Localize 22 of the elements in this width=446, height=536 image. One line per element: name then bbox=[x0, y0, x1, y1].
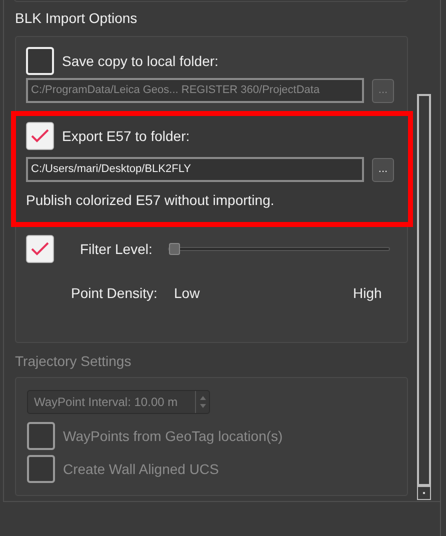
scroll-down-button[interactable] bbox=[417, 486, 431, 500]
checkbox-label: Create Wall Aligned UCS bbox=[63, 460, 219, 479]
checkbox[interactable] bbox=[26, 235, 54, 263]
browse-button[interactable]: ... bbox=[372, 158, 394, 182]
browse-button[interactable]: ... bbox=[372, 78, 394, 102]
slider-label: Filter Level: bbox=[80, 240, 154, 258]
up-down-arrows-icon bbox=[198, 394, 206, 410]
checkbox-label: WayPoints from GeoTag location(s) bbox=[63, 426, 283, 446]
field-label: Point Density: bbox=[71, 284, 158, 303]
section-title: Trajectory Settings bbox=[15, 352, 132, 371]
checkbox[interactable] bbox=[26, 122, 54, 150]
description-text: Publish colorized E57 without importing. bbox=[26, 191, 276, 210]
checkbox-label: Export E57 to folder: bbox=[62, 126, 190, 146]
scale-max-label: High bbox=[353, 284, 382, 303]
checkmark-icon bbox=[30, 241, 50, 257]
checkbox-label: Save copy to local folder: bbox=[62, 52, 218, 71]
slider-thumb[interactable] bbox=[169, 243, 180, 255]
path-field[interactable]: C:/Users/mari/Desktop/BLK2FLY bbox=[26, 157, 364, 182]
scale-min-label: Low bbox=[174, 284, 201, 303]
section-title: BLK Import Options bbox=[15, 9, 138, 28]
scrollbar[interactable] bbox=[417, 94, 431, 486]
checkmark-icon bbox=[30, 128, 50, 144]
